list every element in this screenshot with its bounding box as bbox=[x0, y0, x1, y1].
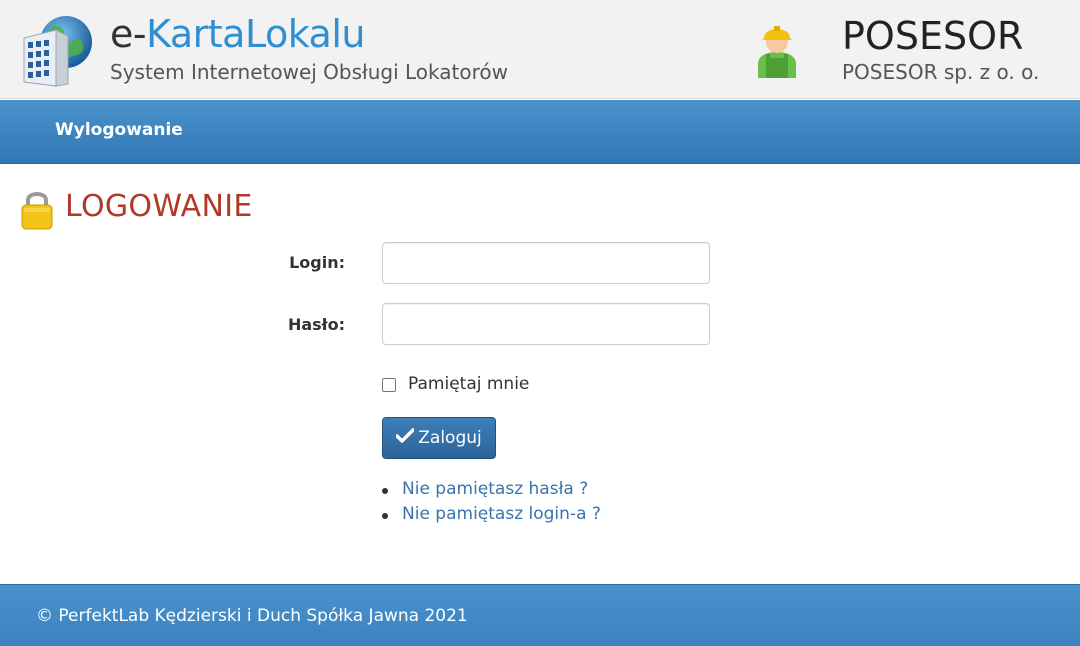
brand-title-accent: KartaLokalu bbox=[146, 12, 365, 56]
navbar: Wylogowanie bbox=[0, 100, 1080, 164]
list-item: Nie pamiętasz hasła ? bbox=[382, 479, 601, 504]
header: e-KartaLokalu System Internetowej Obsług… bbox=[0, 0, 1080, 99]
check-icon bbox=[395, 427, 415, 449]
login-button[interactable]: Zaloguj bbox=[382, 417, 496, 459]
login-input[interactable] bbox=[382, 242, 710, 284]
brand-title: e-KartaLokalu bbox=[110, 12, 365, 56]
company-full-name: POSESOR sp. z o. o. bbox=[842, 60, 1040, 84]
bullet-icon bbox=[382, 513, 388, 519]
password-input[interactable] bbox=[382, 303, 710, 345]
forgot-password-link[interactable]: Nie pamiętasz hasła ? bbox=[402, 479, 588, 499]
lock-icon bbox=[21, 192, 53, 230]
remember-me-label[interactable]: Pamiętaj mnie bbox=[408, 374, 529, 394]
worker-icon bbox=[758, 26, 796, 78]
brand-subtitle: System Internetowej Obsługi Lokatorów bbox=[110, 60, 508, 84]
login-label: Login: bbox=[289, 253, 345, 272]
logout-link[interactable]: Wylogowanie bbox=[55, 120, 183, 140]
company-name: POSESOR bbox=[842, 14, 1024, 58]
login-button-label: Zaloguj bbox=[418, 428, 482, 448]
password-label: Hasło: bbox=[287, 315, 345, 334]
list-item: Nie pamiętasz login-a ? bbox=[382, 504, 601, 529]
footer: © PerfektLab Kędzierski i Duch Spółka Ja… bbox=[0, 584, 1080, 646]
forgot-login-link[interactable]: Nie pamiętasz login-a ? bbox=[402, 504, 601, 524]
building-globe-icon bbox=[23, 16, 92, 87]
help-links: Nie pamiętasz hasła ? Nie pamiętasz logi… bbox=[382, 479, 601, 529]
bullet-icon bbox=[382, 488, 388, 494]
remember-me-checkbox[interactable] bbox=[382, 378, 396, 392]
page-title: LOGOWANIE bbox=[65, 189, 253, 224]
footer-copyright: © PerfektLab Kędzierski i Duch Spółka Ja… bbox=[36, 606, 468, 626]
